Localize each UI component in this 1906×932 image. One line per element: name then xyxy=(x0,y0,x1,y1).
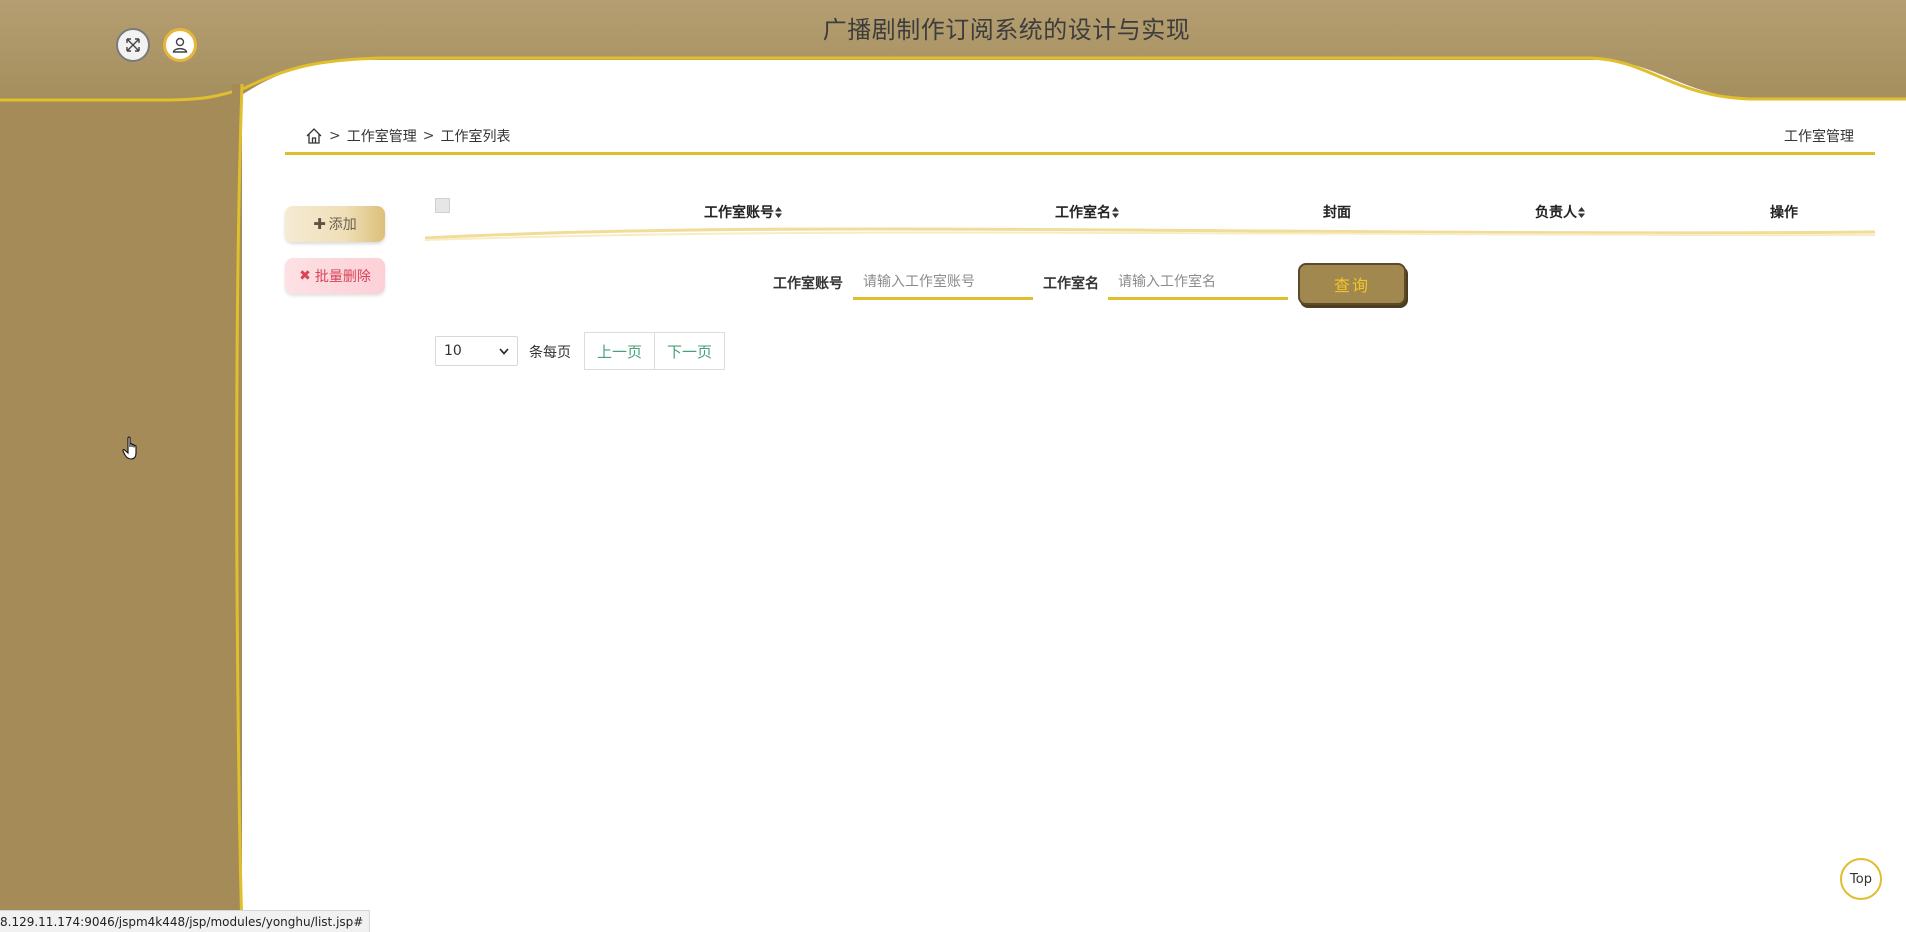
column-header-label: 工作室账号 xyxy=(704,205,774,221)
user-profile-button[interactable] xyxy=(163,28,197,62)
batch-delete-button[interactable]: ✖ 批量删除 xyxy=(285,258,385,294)
per-page-label: 条每页 xyxy=(529,345,571,361)
page: 广播剧制作订阅系统的设计与实现 > 工作室管理 > 工作室列表 工作室管理 ✚ … xyxy=(0,0,1906,932)
breadcrumb-divider xyxy=(285,152,1875,155)
fullscreen-icon xyxy=(126,38,140,52)
search-label-studio-account: 工作室账号 xyxy=(773,276,843,292)
chevron-down-icon xyxy=(499,347,509,355)
page-size-value: 10 xyxy=(444,343,462,359)
column-header-studio-name[interactable]: 工作室名 xyxy=(1055,202,1119,222)
column-header-label: 负责人 xyxy=(1535,205,1577,221)
add-button[interactable]: ✚ 添加 xyxy=(285,206,385,242)
app-title: 广播剧制作订阅系统的设计与实现 xyxy=(822,16,1191,44)
back-to-top-button[interactable]: Top xyxy=(1840,858,1882,900)
sidebar-edge-decoration xyxy=(232,84,244,932)
column-header-actions: 操作 xyxy=(1770,202,1798,222)
close-icon: ✖ xyxy=(299,268,311,284)
column-header-owner[interactable]: 负责人 xyxy=(1535,202,1585,222)
sort-icon xyxy=(1112,206,1119,218)
query-button[interactable]: 查询 xyxy=(1298,263,1406,305)
column-header-label: 封面 xyxy=(1323,205,1351,221)
plus-icon: ✚ xyxy=(313,215,326,233)
status-bar-url: 8.129.11.174:9046/jspm4k448/jsp/modules/… xyxy=(0,910,371,932)
select-all-checkbox[interactable] xyxy=(435,198,450,213)
next-page-button[interactable]: 下一页 xyxy=(655,332,726,370)
sort-icon xyxy=(1578,206,1585,218)
breadcrumb-item-studio-management[interactable]: 工作室管理 xyxy=(347,126,417,146)
column-header-label: 操作 xyxy=(1770,205,1798,221)
search-label-studio-name: 工作室名 xyxy=(1043,276,1099,292)
add-button-label: 添加 xyxy=(328,217,357,233)
breadcrumb-item-studio-list: 工作室列表 xyxy=(440,129,511,145)
prev-page-button[interactable]: 上一页 xyxy=(584,332,656,370)
pagination-controls: 上一页 下一页 xyxy=(584,332,726,370)
fullscreen-button[interactable] xyxy=(116,28,150,62)
breadcrumb: > 工作室管理 > 工作室列表 xyxy=(305,124,510,148)
sort-icon xyxy=(775,206,782,218)
batch-delete-button-label: 批量删除 xyxy=(314,269,371,285)
hand-cursor-icon xyxy=(122,436,137,460)
user-icon xyxy=(172,37,188,53)
studio-account-search-input[interactable] xyxy=(853,266,1033,300)
column-header-studio-account[interactable]: 工作室账号 xyxy=(704,202,782,222)
sidebar xyxy=(0,104,242,932)
column-header-cover: 封面 xyxy=(1323,202,1351,222)
breadcrumb-separator: > xyxy=(422,128,435,144)
page-size-select[interactable]: 10 xyxy=(435,336,518,366)
column-header-label: 工作室名 xyxy=(1055,205,1111,221)
studio-name-search-input[interactable] xyxy=(1108,266,1288,300)
breadcrumb-separator: > xyxy=(329,128,341,144)
table-header-divider xyxy=(425,227,1875,241)
page-section-title: 工作室管理 xyxy=(1784,129,1854,145)
home-icon[interactable] xyxy=(305,127,323,145)
